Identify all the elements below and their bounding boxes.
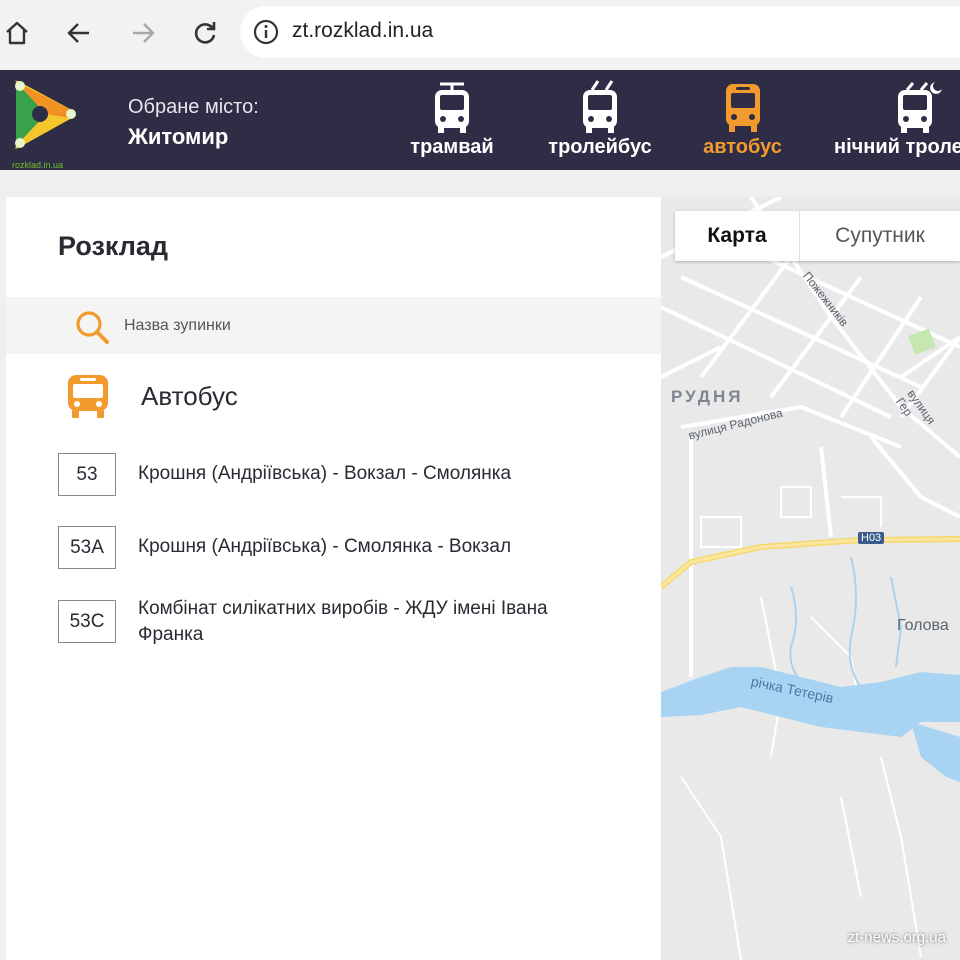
logo-icon — [15, 80, 76, 149]
info-icon[interactable] — [252, 18, 280, 50]
tab-tram[interactable]: трамвай — [402, 80, 502, 166]
home-button[interactable] — [0, 16, 34, 50]
forward-button[interactable] — [126, 16, 160, 50]
logo-text: rozklad.in.ua — [12, 160, 64, 170]
stop-search-input[interactable] — [122, 310, 626, 342]
tab-bus-label: автобус — [703, 136, 782, 158]
route-name[interactable]: Крошня (Андріївська) - Вокзал - Смолянка — [138, 461, 618, 487]
city-label: Обране місто: — [128, 96, 259, 118]
map-graphics — [661, 197, 960, 960]
highway-badge: Н03 — [858, 532, 885, 544]
page-title: Розклад — [58, 231, 169, 261]
arrow-right-icon — [133, 23, 155, 43]
map-label-district: РУДНЯ — [671, 387, 744, 406]
route-name[interactable]: Крошня (Андріївська) - Смолянка - Вокзал — [138, 534, 618, 560]
back-button[interactable] — [62, 16, 96, 50]
schedule-panel: Розклад Автобус 53 Крошня (Андріївська) … — [6, 197, 661, 960]
map-type-satellite-button[interactable]: Супутник — [800, 211, 960, 261]
map-label-place: Голова — [897, 617, 949, 634]
bus-icon — [66, 373, 110, 423]
site-header: rozklad.in.ua Обране місто: Житомир трам… — [0, 70, 960, 170]
map-view[interactable]: РУДНЯ вулиця Радонова Пожежників вулиця … — [661, 197, 960, 960]
home-icon — [6, 21, 28, 45]
url-text[interactable]: zt.rozklad.in.ua — [292, 19, 433, 43]
address-bar[interactable]: zt.rozklad.in.ua — [240, 6, 960, 58]
route-name[interactable]: Комбінат силікатних виробів - ЖДУ імені … — [138, 596, 618, 648]
tram-icon — [435, 82, 469, 133]
tab-night-trolleybus[interactable]: нічний троле — [830, 80, 960, 166]
trolleybus-icon — [583, 80, 617, 133]
map-type-map-button[interactable]: Карта — [675, 211, 799, 261]
map-type-toggle: Карта Супутник — [675, 211, 960, 261]
city-name[interactable]: Житомир — [128, 124, 228, 150]
tab-night-trolleybus-label: нічний троле — [834, 136, 960, 158]
tab-bus[interactable]: автобус — [695, 80, 790, 166]
night-trolleybus-icon — [898, 82, 942, 133]
tab-tram-label: трамвай — [410, 136, 494, 158]
reload-icon — [194, 22, 216, 44]
arrow-left-icon — [67, 23, 89, 43]
site-logo[interactable]: rozklad.in.ua — [10, 76, 80, 170]
route-number[interactable]: 53А — [58, 526, 116, 569]
browser-toolbar: zt.rozklad.in.ua — [0, 0, 960, 70]
stop-search — [6, 297, 661, 354]
search-icon[interactable] — [74, 309, 110, 349]
route-number[interactable]: 53 — [58, 453, 116, 496]
watermark: zt-news.org.ua — [847, 929, 946, 946]
section-title: Автобус — [141, 381, 238, 411]
bus-icon — [725, 84, 760, 132]
route-number[interactable]: 53С — [58, 600, 116, 643]
reload-button[interactable] — [188, 16, 222, 50]
tab-trolleybus[interactable]: тролейбус — [540, 80, 660, 166]
tab-trolleybus-label: тролейбус — [548, 136, 652, 158]
